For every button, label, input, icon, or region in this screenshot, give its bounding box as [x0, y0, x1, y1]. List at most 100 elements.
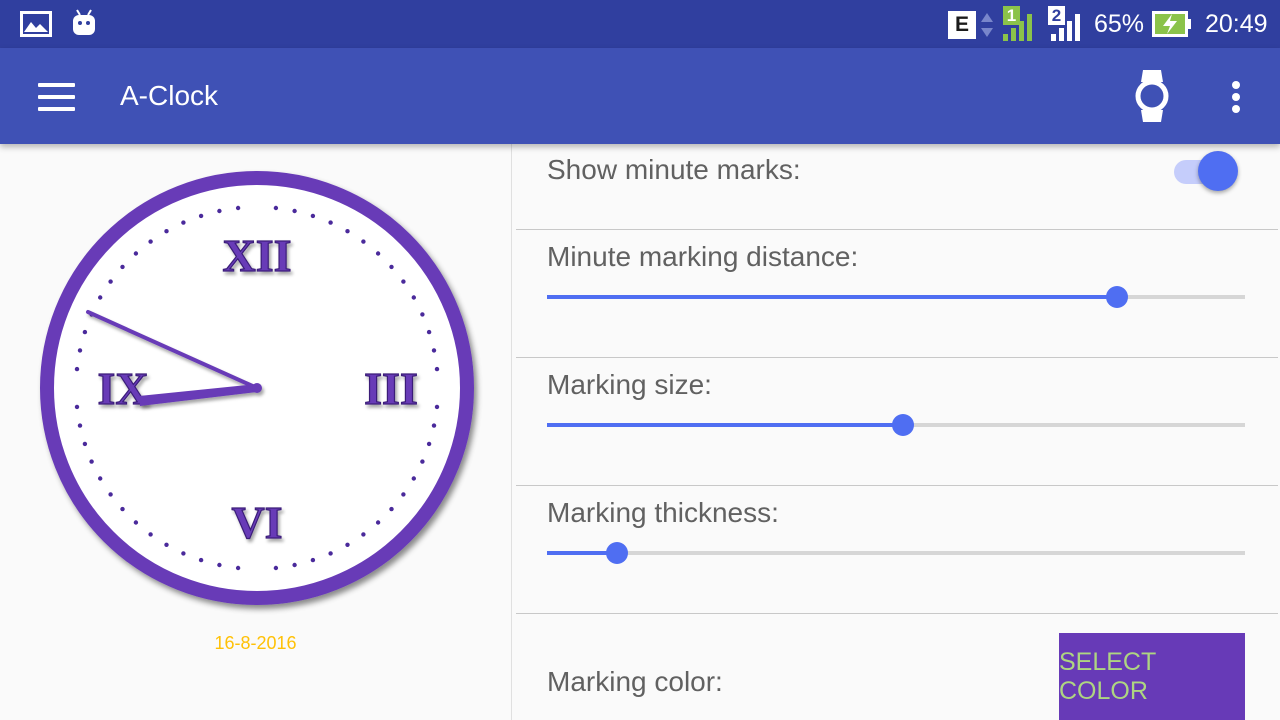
minute-mark: [77, 423, 83, 428]
slider-thumb[interactable]: [1105, 286, 1128, 308]
minute-mark: [77, 348, 83, 353]
sim1-signal: 1: [1000, 6, 1040, 42]
minute-mark: [420, 459, 425, 464]
clock-preview-pane: XII III VI IX 16-8-2016: [0, 144, 511, 720]
minute-mark: [133, 520, 139, 525]
watch-icon: [1135, 70, 1169, 122]
more-vert-icon-dot: [1232, 93, 1240, 101]
clock-center: [252, 383, 262, 393]
gallery-icon: [20, 11, 52, 37]
minute-mark: [420, 312, 425, 317]
battery-percent: 65%: [1094, 9, 1145, 38]
minute-mark: [411, 295, 416, 300]
slider-fill: [547, 295, 1117, 299]
minute-mark: [375, 520, 381, 525]
minute-mark: [235, 205, 241, 211]
minute-mark: [217, 208, 222, 214]
minute-mark: [401, 279, 406, 284]
marking-thickness-label: Marking thickness:: [547, 497, 779, 528]
minute-mark: [375, 251, 381, 256]
minute-mark: [74, 404, 80, 410]
minute-mark: [164, 229, 169, 234]
minute-mark: [328, 551, 333, 556]
menu-icon-bar: [38, 95, 75, 99]
minute-marking-distance-label: Minute marking distance:: [547, 241, 859, 272]
minute-mark: [431, 423, 437, 428]
minute-mark: [235, 565, 241, 571]
watch-button[interactable]: [1126, 68, 1178, 124]
minute-mark: [120, 506, 125, 512]
more-vert-icon: [1232, 81, 1240, 89]
show-minute-marks-label: Show minute marks:: [547, 154, 801, 185]
numeral-iii: III: [364, 363, 418, 414]
minute-mark: [345, 542, 350, 547]
app-bar: A-Clock: [0, 48, 1280, 144]
minute-mark: [198, 213, 204, 219]
minute-mark: [411, 476, 416, 481]
minute-mark: [98, 476, 103, 481]
divider: [516, 357, 1278, 358]
marking-thickness-slider[interactable]: [547, 538, 1245, 568]
minute-mark: [82, 329, 88, 335]
minute-mark: [389, 506, 394, 512]
minute-mark: [431, 348, 437, 353]
status-time: 20:49: [1205, 9, 1268, 38]
divider: [516, 229, 1278, 230]
sim2-label: 2: [1048, 6, 1065, 25]
pane-divider: [511, 144, 512, 720]
minute-mark: [273, 205, 279, 211]
minute-mark: [148, 239, 153, 244]
menu-button[interactable]: [28, 72, 84, 120]
minute-mark: [401, 492, 406, 497]
marking-color-label: Marking color:: [547, 666, 723, 697]
clock-date: 16-8-2016: [214, 633, 297, 653]
select-color-button[interactable]: SELECT COLOR: [1059, 633, 1245, 720]
minute-mark: [292, 208, 297, 214]
minute-mark: [426, 329, 432, 335]
menu-icon-bar: [38, 107, 75, 111]
minute-mark: [273, 565, 279, 571]
minute-mark: [164, 542, 169, 547]
numeral-ix: IX: [97, 363, 148, 414]
slider-thumb[interactable]: [605, 542, 628, 564]
marking-size-label: Marking size:: [547, 369, 712, 400]
status-bar: E 1 2 65% 20:49: [0, 0, 1280, 48]
minute-mark: [108, 279, 113, 284]
minute-mark: [310, 557, 316, 563]
app-title: A-Clock: [120, 80, 219, 111]
settings-panel: Show minute marks: Minute marking distan…: [516, 144, 1280, 720]
minute-mark: [361, 239, 366, 244]
minute-mark: [133, 251, 139, 256]
battery-charging-icon: [1152, 11, 1191, 37]
more-options-button[interactable]: [1214, 68, 1258, 124]
minute-mark: [217, 562, 222, 568]
minute-mark: [82, 441, 88, 447]
minute-mark: [120, 264, 125, 270]
minute-mark: [310, 213, 316, 219]
minute-mark: [292, 562, 297, 568]
show-minute-marks-toggle[interactable]: [1172, 147, 1242, 193]
minute-mark: [345, 229, 350, 234]
sim1-signal-icon: [1003, 14, 1032, 41]
slider-fill: [547, 423, 903, 427]
minute-mark: [98, 295, 103, 300]
minute-mark: [198, 557, 204, 563]
minute-mark: [389, 264, 394, 270]
divider: [516, 485, 1278, 486]
menu-icon: [38, 83, 75, 87]
analog-clock: XII III VI IX: [40, 171, 474, 605]
minute-mark: [434, 366, 440, 372]
minute-mark: [89, 459, 94, 464]
divider: [516, 613, 1278, 614]
minute-mark: [361, 532, 366, 537]
data-arrows-icon: [981, 13, 993, 37]
slider-thumb[interactable]: [891, 414, 914, 436]
minute-marking-distance-slider[interactable]: [547, 282, 1245, 312]
minute-mark: [328, 220, 333, 225]
network-type-badge: E: [948, 11, 976, 39]
slider-track: [547, 551, 1245, 555]
numeral-xii: XII: [222, 230, 291, 281]
toggle-knob: [1198, 151, 1238, 191]
marking-size-slider[interactable]: [547, 410, 1245, 440]
minute-mark: [108, 492, 113, 497]
